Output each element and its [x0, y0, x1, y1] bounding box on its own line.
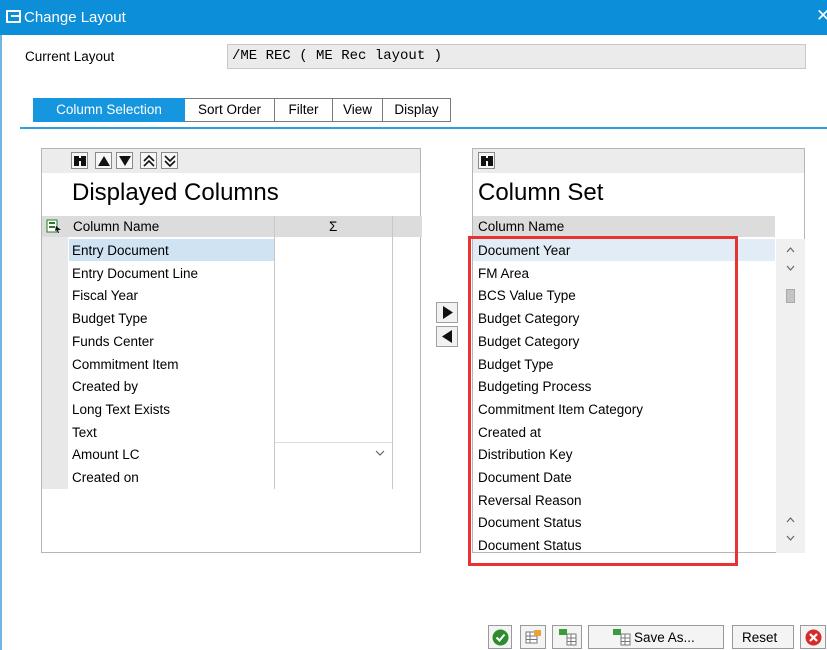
move-down-icon[interactable] [116, 152, 133, 169]
table-row[interactable]: Created on [42, 466, 274, 489]
row-label: Fiscal Year [72, 288, 139, 304]
row-label: Funds Center [72, 333, 154, 349]
row-label: Amount LC [72, 447, 140, 463]
reset-button[interactable]: Reset [732, 625, 794, 649]
column-divider [392, 216, 393, 489]
move-bottom-icon[interactable] [161, 152, 178, 169]
column-set-header-name[interactable]: Column Name [478, 219, 564, 234]
reset-label: Reset [742, 630, 778, 645]
layout-grid-icon [559, 629, 577, 646]
window-border [0, 35, 2, 650]
tab-filter[interactable]: Filter [275, 98, 333, 122]
check-icon [492, 629, 509, 646]
row-label: Budget Type [72, 311, 148, 327]
row-label: Long Text Exists [72, 401, 171, 417]
layout-settings-button[interactable] [552, 625, 582, 649]
save-as-label: Save As... [634, 630, 695, 645]
table-row[interactable]: Fiscal Year [42, 284, 274, 307]
window-title-bar: Change Layout ✕ [0, 0, 827, 35]
tab-sort-order[interactable]: Sort Order [185, 98, 275, 122]
column-set-toolbar [473, 149, 804, 173]
scroll-thumb[interactable] [786, 289, 795, 303]
column-set-header-row: Column Name [473, 216, 775, 237]
tab-strip: Column Selection Sort Order Filter View … [33, 98, 451, 122]
window-title: Change Layout [24, 9, 126, 26]
find-icon[interactable] [71, 152, 88, 169]
displayed-header-name[interactable]: Column Name [73, 219, 159, 234]
row-label: Entry Document [72, 243, 169, 258]
table-row[interactable]: Long Text Exists [42, 398, 274, 421]
displayed-header-row: Column Name Σ [42, 216, 422, 237]
column-set-scrollbar[interactable] [776, 239, 805, 553]
scroll-up-icon[interactable] [786, 247, 795, 253]
table-row[interactable]: Entry Document Line [42, 262, 274, 285]
row-label: Text [72, 424, 97, 440]
save-layout-icon [613, 629, 631, 646]
current-layout-field: /ME REC ( ME Rec layout ) [227, 44, 806, 69]
confirm-button[interactable] [488, 625, 512, 649]
tab-column-selection[interactable]: Column Selection [33, 98, 185, 122]
cancel-button[interactable] [800, 625, 826, 649]
table-row[interactable]: Entry Document [42, 239, 274, 262]
highlight-annotation [468, 236, 738, 566]
sum-cell-dropdown[interactable] [275, 442, 392, 463]
table-row[interactable]: Funds Center [42, 330, 274, 353]
tab-view[interactable]: View [333, 98, 383, 122]
row-label: Created on [72, 470, 139, 485]
cancel-icon [805, 629, 822, 646]
tab-underline [20, 127, 827, 129]
row-label: Created by [72, 379, 139, 395]
table-row[interactable]: Text [42, 421, 274, 444]
displayed-header-sum[interactable]: Σ [329, 219, 337, 234]
remove-column-button[interactable] [436, 326, 458, 347]
table-row[interactable]: Amount LC [42, 443, 274, 466]
copy-layout-button[interactable] [520, 625, 546, 649]
scroll-down-icon[interactable] [786, 265, 795, 271]
chevron-down-icon [375, 450, 385, 456]
table-row[interactable]: Budget Type [42, 307, 274, 330]
scroll-up-icon[interactable] [786, 517, 795, 523]
add-column-button[interactable] [436, 302, 458, 323]
current-layout-label: Current Layout [25, 49, 115, 64]
displayed-columns-panel: Displayed Columns Column Name Σ Entry Do… [41, 148, 422, 553]
displayed-toolbar [42, 149, 420, 173]
scroll-down-icon[interactable] [786, 535, 795, 541]
displayed-columns-title: Displayed Columns [72, 179, 279, 206]
close-icon[interactable]: ✕ [816, 6, 827, 26]
row-label: Commitment Item [72, 356, 179, 372]
table-row[interactable]: Created by [42, 375, 274, 398]
layout-icon [6, 10, 21, 23]
tab-display[interactable]: Display [383, 98, 451, 122]
grid-icon [525, 630, 541, 644]
column-set-title: Column Set [478, 179, 604, 206]
find-icon[interactable] [478, 152, 495, 169]
table-row[interactable]: Commitment Item [42, 353, 274, 376]
select-all-icon[interactable] [46, 219, 62, 234]
move-up-icon[interactable] [95, 152, 112, 169]
row-label: Entry Document Line [72, 265, 199, 281]
move-top-icon[interactable] [140, 152, 157, 169]
save-as-button[interactable]: Save As... [588, 625, 724, 649]
